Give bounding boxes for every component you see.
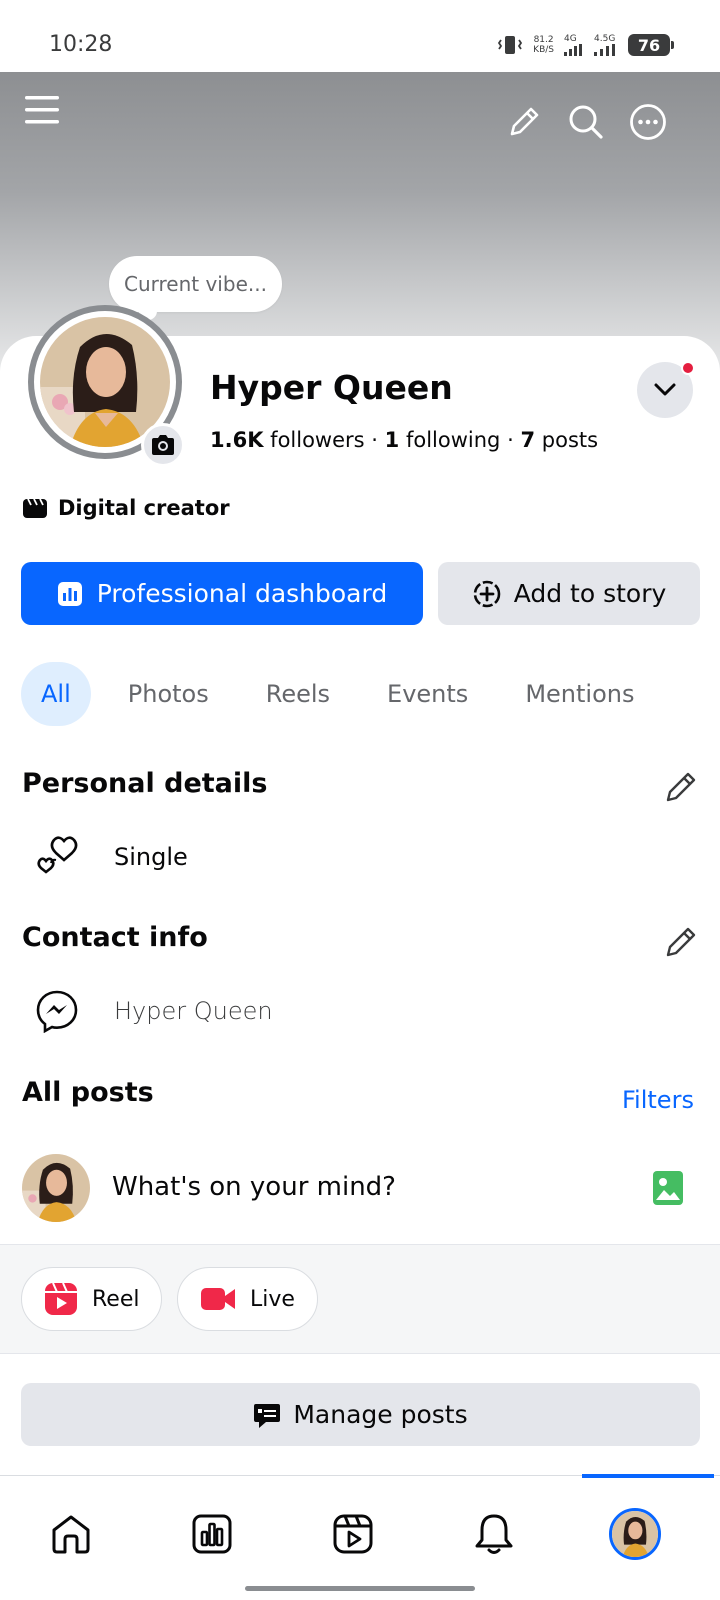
edit-contact-info-button[interactable] xyxy=(664,925,698,959)
add-to-story-button[interactable]: Add to story xyxy=(438,562,700,625)
photo-icon xyxy=(653,1171,683,1205)
signal-sim2: 4.5G xyxy=(594,33,618,56)
tab-photos[interactable]: Photos xyxy=(108,662,229,726)
tab-all[interactable]: All xyxy=(21,662,91,726)
nav-home[interactable] xyxy=(35,1498,107,1570)
category-label: Digital creator xyxy=(58,496,230,520)
followers-label[interactable]: followers xyxy=(270,428,364,452)
relationship-row: Single xyxy=(34,834,188,880)
messenger-icon xyxy=(34,988,80,1034)
network-speed: 81.2 KB/S xyxy=(533,35,554,55)
dashboard-icon xyxy=(57,581,82,606)
clapperboard-icon xyxy=(23,498,47,518)
bell-icon xyxy=(475,1514,513,1554)
sim1-label: 4G xyxy=(564,33,577,44)
edit-profile-button[interactable] xyxy=(502,100,546,144)
nav-notifications[interactable] xyxy=(458,1498,530,1570)
search-icon xyxy=(569,105,603,139)
dashboard-icon xyxy=(192,1514,232,1554)
battery-indicator: 76 xyxy=(628,34,674,56)
reels-icon xyxy=(333,1514,373,1554)
chevron-down-icon xyxy=(654,383,676,396)
followers-count: 1.6K xyxy=(210,428,264,452)
nav-reels[interactable] xyxy=(317,1498,389,1570)
signal-sim1: 4G xyxy=(564,33,584,56)
composer-prompt[interactable]: What's on your mind? xyxy=(112,1172,396,1202)
messenger-username: Hyper Queen xyxy=(114,997,273,1025)
reel-chip[interactable]: Reel xyxy=(21,1267,163,1331)
signal-bars-icon xyxy=(594,43,615,56)
add-story-icon xyxy=(473,580,501,607)
status-indicators: 81.2 KB/S 4G 4.5G 76 xyxy=(497,30,674,60)
pencil-icon xyxy=(510,107,539,136)
tab-events[interactable]: Events xyxy=(367,662,488,726)
quick-create-strip: Reel Live xyxy=(0,1244,720,1354)
pencil-icon xyxy=(666,927,696,957)
composer-avatar xyxy=(22,1154,90,1222)
professional-dashboard-label: Professional dashboard xyxy=(96,579,388,608)
search-button[interactable] xyxy=(564,100,608,144)
manage-posts-button[interactable]: Manage posts xyxy=(21,1383,700,1446)
menu-button[interactable] xyxy=(20,88,64,132)
add-to-story-label: Add to story xyxy=(513,579,667,608)
current-vibe-bubble[interactable]: Current vibe... xyxy=(109,256,282,320)
stats-separator: · xyxy=(507,428,514,452)
active-tab-indicator xyxy=(582,1474,714,1478)
tab-reels[interactable]: Reels xyxy=(246,662,350,726)
personal-details-title: Personal details xyxy=(22,768,268,799)
edit-personal-details-button[interactable] xyxy=(664,770,698,804)
nav-dashboard[interactable] xyxy=(176,1498,248,1570)
profile-stats: 1.6K followers · 1 following · 7 posts xyxy=(210,428,598,452)
bottom-navigation xyxy=(0,1474,720,1600)
more-options-button[interactable] xyxy=(626,100,670,144)
network-speed-unit: KB/S xyxy=(533,45,554,55)
change-avatar-button[interactable] xyxy=(141,423,185,467)
live-chip[interactable]: Live xyxy=(177,1267,318,1331)
relationship-hearts-icon xyxy=(34,834,80,880)
messenger-row[interactable]: Hyper Queen xyxy=(34,988,273,1034)
profile-tabs: All Photos Reels Events Mentions xyxy=(21,662,671,726)
relationship-status: Single xyxy=(114,843,188,871)
manage-posts-label: Manage posts xyxy=(293,1400,468,1429)
add-photo-button[interactable] xyxy=(652,1170,684,1206)
more-icon xyxy=(630,104,666,140)
following-label[interactable]: following xyxy=(406,428,500,452)
live-video-icon xyxy=(201,1288,235,1310)
sim2-label: 4.5G xyxy=(594,33,616,44)
status-time: 10:28 xyxy=(49,32,113,57)
pencil-icon xyxy=(666,772,696,802)
tab-mentions[interactable]: Mentions xyxy=(505,662,654,726)
contact-info-title: Contact info xyxy=(22,922,208,953)
signal-bars-icon xyxy=(564,43,582,56)
vibrate-icon xyxy=(498,36,523,54)
reel-chip-label: Reel xyxy=(92,1286,140,1312)
live-chip-label: Live xyxy=(250,1286,295,1312)
all-posts-title: All posts xyxy=(22,1077,154,1108)
stats-separator: · xyxy=(371,428,378,452)
profile-name: Hyper Queen xyxy=(210,368,453,407)
manage-posts-icon xyxy=(254,1403,281,1428)
posts-count: 7 xyxy=(520,428,536,452)
nav-profile[interactable] xyxy=(599,1498,671,1570)
profile-avatar-icon xyxy=(609,1508,661,1560)
posts-label: posts xyxy=(541,428,599,452)
notification-dot xyxy=(681,361,695,375)
profile-category: Digital creator xyxy=(22,496,230,520)
home-icon xyxy=(52,1515,90,1554)
camera-icon xyxy=(152,435,174,455)
network-speed-value: 81.2 xyxy=(533,35,554,45)
reel-icon xyxy=(45,1282,77,1315)
following-count: 1 xyxy=(384,428,400,452)
gesture-home-bar[interactable] xyxy=(245,1586,475,1591)
filters-link[interactable]: Filters xyxy=(622,1086,694,1114)
status-bar: 10:28 81.2 KB/S 4G 4.5G 76 xyxy=(0,0,720,72)
menu-icon xyxy=(25,96,59,124)
professional-dashboard-button[interactable]: Professional dashboard xyxy=(21,562,423,625)
post-composer[interactable]: What's on your mind? xyxy=(0,1148,720,1244)
